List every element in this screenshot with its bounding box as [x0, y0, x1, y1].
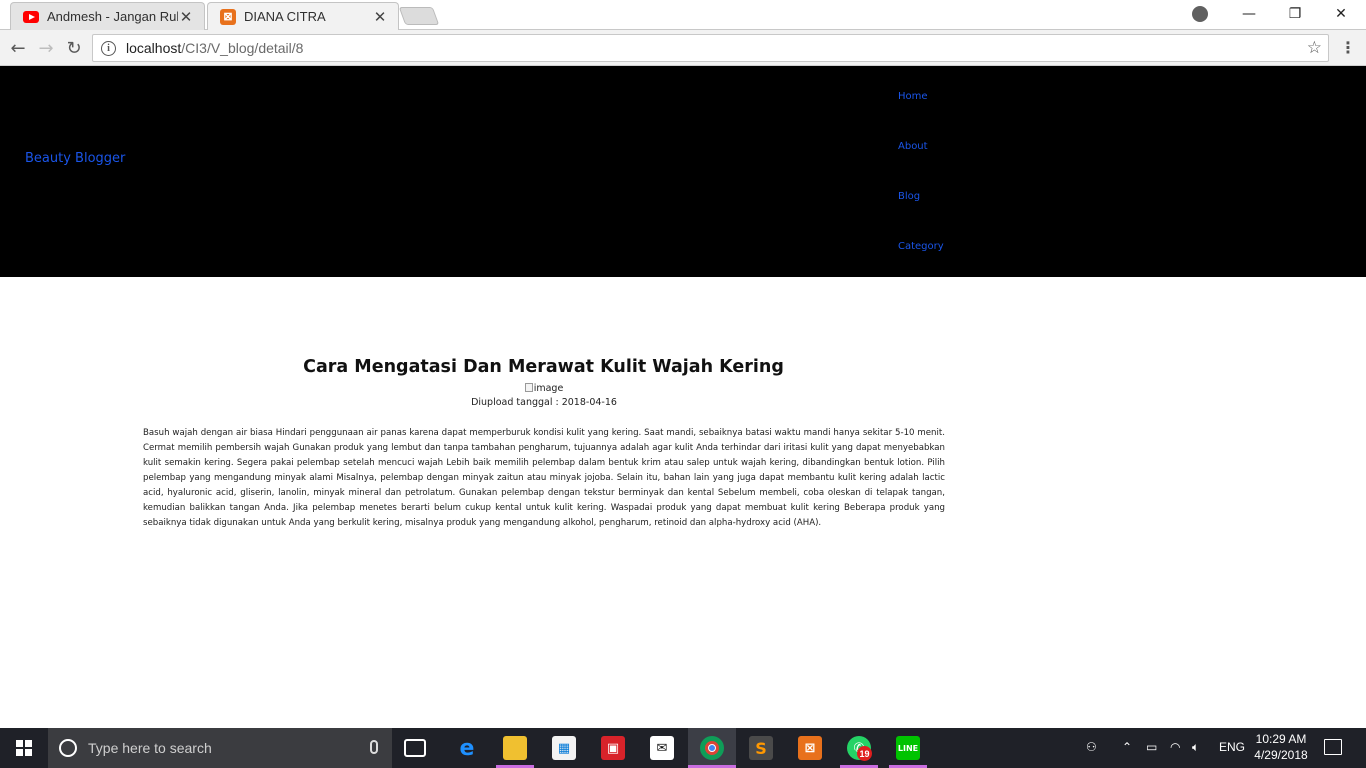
image-alt-text: image — [533, 383, 564, 394]
reload-button[interactable]: ↻ — [62, 36, 86, 60]
tab-title: Andmesh - Jangan Rubah — [47, 9, 178, 24]
close-icon[interactable]: ✕ — [178, 8, 194, 26]
close-icon[interactable]: ✕ — [372, 8, 388, 26]
window-close-button[interactable]: ✕ — [1318, 0, 1364, 28]
back-button[interactable]: ← — [6, 36, 30, 60]
chrome-menu-icon[interactable]: ⋮ — [1340, 38, 1356, 57]
language-indicator[interactable]: ENG — [1219, 740, 1245, 754]
browser-toolbar: ← → ↻ i localhost/CI3/V_blog/detail/8 ☆ … — [0, 30, 1366, 66]
minimize-button[interactable]: — — [1226, 0, 1272, 28]
windows-logo-icon — [16, 740, 32, 756]
mail-icon[interactable]: ✉ — [650, 736, 674, 760]
tab-diana-citra[interactable]: ⊠ DIANA CITRA ✕ — [207, 2, 399, 30]
xampp-icon: ⊠ — [220, 8, 236, 25]
upload-date: Diupload tanggal : 2018-04-16 — [471, 397, 617, 408]
nav-home[interactable]: Home — [898, 91, 928, 102]
article-title: Cara Mengatasi Dan Merawat Kulit Wajah K… — [303, 357, 784, 377]
article-image: image — [143, 383, 945, 394]
gift-icon[interactable]: ▣ — [601, 736, 625, 760]
restore-button[interactable]: ❐ — [1272, 0, 1318, 28]
browser-tab-strip: Andmesh - Jangan Rubah ✕ ⊠ DIANA CITRA ✕… — [0, 0, 1366, 30]
broken-image-icon — [524, 383, 533, 392]
tab-youtube[interactable]: Andmesh - Jangan Rubah ✕ — [10, 2, 205, 30]
article: Cara Mengatasi Dan Merawat Kulit Wajah K… — [143, 357, 945, 531]
store-icon[interactable]: ▦ — [552, 736, 576, 760]
file-explorer-icon[interactable] — [503, 736, 527, 760]
tab-title: DIANA CITRA — [244, 9, 326, 24]
forward-button[interactable]: → — [34, 36, 58, 60]
nav-about[interactable]: About — [898, 141, 928, 152]
people-icon[interactable]: ⚇ — [1086, 740, 1097, 754]
notification-icon[interactable] — [1324, 739, 1342, 755]
profile-icon[interactable] — [1192, 6, 1208, 22]
info-icon[interactable]: i — [101, 40, 116, 56]
microphone-icon[interactable] — [370, 740, 378, 754]
xampp-icon[interactable]: ⊠ — [798, 736, 822, 760]
url-host: localhost — [126, 40, 182, 56]
bookmark-star-icon[interactable]: ☆ — [1307, 38, 1322, 58]
site-header: Beauty Blogger Home About Blog Category — [0, 66, 1366, 277]
article-body: Basuh wajah dengan air biasa Hindari pen… — [143, 428, 945, 528]
chevron-up-icon[interactable]: ⌃ — [1122, 740, 1132, 754]
whatsapp-badge: 19 — [857, 746, 872, 761]
chrome-icon[interactable] — [700, 736, 724, 760]
url-text: localhost/CI3/V_blog/detail/8 — [126, 40, 303, 56]
volume-icon[interactable]: 🔈︎ — [1192, 740, 1199, 755]
brand-link[interactable]: Beauty Blogger — [25, 151, 125, 166]
taskbar: Type here to search e ▦ ▣ ✉ S ⊠ ✆ 19 LIN… — [0, 728, 1366, 768]
clock-date: 4/29/2018 — [1254, 748, 1308, 762]
new-tab-button[interactable] — [398, 7, 440, 25]
line-icon[interactable]: LINE — [896, 736, 920, 760]
search-placeholder: Type here to search — [88, 740, 212, 756]
youtube-icon — [23, 10, 39, 23]
wifi-icon[interactable]: ◠ — [1170, 740, 1180, 754]
start-button[interactable] — [0, 728, 48, 768]
clock[interactable]: 10:29 AM 4/29/2018 — [1248, 731, 1314, 763]
nav-blog[interactable]: Blog — [898, 191, 920, 202]
battery-icon[interactable]: ▭ — [1146, 740, 1157, 754]
sublime-text-icon[interactable]: S — [749, 736, 773, 760]
url-path: /CI3/V_blog/detail/8 — [181, 40, 304, 56]
taskbar-search[interactable]: Type here to search — [48, 728, 392, 768]
clock-time: 10:29 AM — [1255, 732, 1307, 746]
edge-icon[interactable]: e — [455, 736, 479, 761]
address-bar[interactable]: i localhost/CI3/V_blog/detail/8 ☆ — [92, 34, 1329, 62]
cortana-icon — [59, 739, 77, 757]
nav-category[interactable]: Category — [898, 241, 944, 252]
task-view-icon[interactable] — [404, 739, 426, 757]
